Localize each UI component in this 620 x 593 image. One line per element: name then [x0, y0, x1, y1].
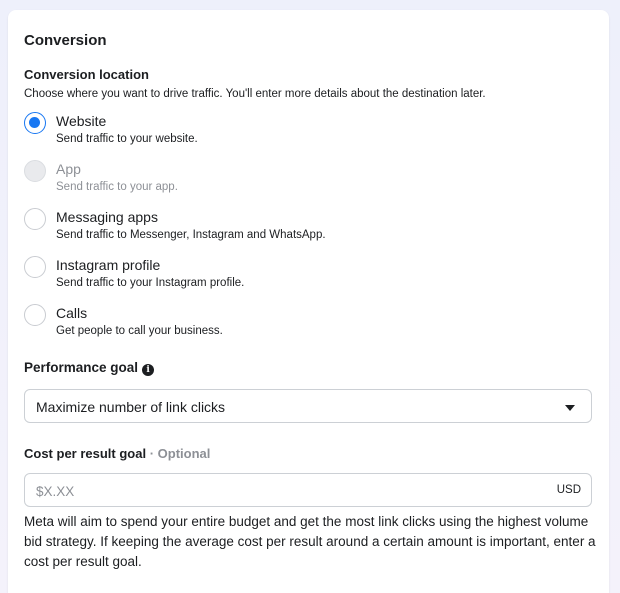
option-label: App — [56, 161, 81, 177]
option-description: Send traffic to your Instagram profile. — [56, 277, 245, 289]
cost-per-result-help: Meta will aim to spend your entire budge… — [24, 514, 596, 569]
optional-label: · Optional — [149, 446, 211, 461]
option-label: Instagram profile — [56, 257, 161, 273]
radio-messaging-apps[interactable] — [24, 208, 46, 230]
option-website[interactable]: Website Send traffic to your website. — [24, 112, 584, 152]
performance-goal-label: Performance goal — [24, 360, 139, 375]
option-instagram-profile[interactable]: Instagram profile Send traffic to your I… — [24, 256, 584, 296]
cost-per-result-title: Cost per result goal · Optional — [24, 446, 210, 461]
caret-down-icon — [565, 405, 575, 411]
conversion-location-title: Conversion location — [24, 67, 149, 82]
performance-goal-title: Performance goal i — [24, 360, 155, 376]
option-label: Calls — [56, 305, 88, 321]
option-description: Get people to call your business. — [56, 325, 223, 337]
conversion-card: Conversion Conversion location Choose wh… — [8, 10, 609, 593]
option-description: Send traffic to Messenger, Instagram and… — [56, 229, 326, 241]
radio-instagram-profile[interactable] — [24, 256, 46, 278]
option-messaging-apps[interactable]: Messaging apps Send traffic to Messenger… — [24, 208, 584, 248]
info-circle-icon[interactable]: i — [142, 364, 155, 376]
radio-app — [24, 160, 46, 182]
conversion-location-description: Choose where you want to drive traffic. … — [24, 88, 486, 100]
cost-per-result-input[interactable] — [34, 480, 518, 502]
option-calls[interactable]: Calls Get people to call your business. — [24, 304, 584, 344]
option-description: Send traffic to your website. — [56, 133, 198, 145]
option-label: Website — [56, 113, 107, 129]
currency-label: USD — [556, 484, 581, 496]
option-description: Send traffic to your app. — [56, 181, 178, 193]
option-label: Messaging apps — [56, 209, 158, 225]
radio-calls[interactable] — [24, 304, 46, 326]
section-title: Conversion — [24, 32, 107, 49]
radio-website[interactable] — [24, 112, 46, 134]
option-app: App Send traffic to your app. — [24, 160, 584, 200]
cost-per-result-field[interactable]: USD — [24, 473, 592, 507]
performance-goal-select[interactable]: Maximize number of link clicks — [24, 389, 592, 423]
performance-goal-value: Maximize number of link clicks — [36, 399, 226, 415]
cost-per-result-label: Cost per result goal — [24, 446, 147, 461]
